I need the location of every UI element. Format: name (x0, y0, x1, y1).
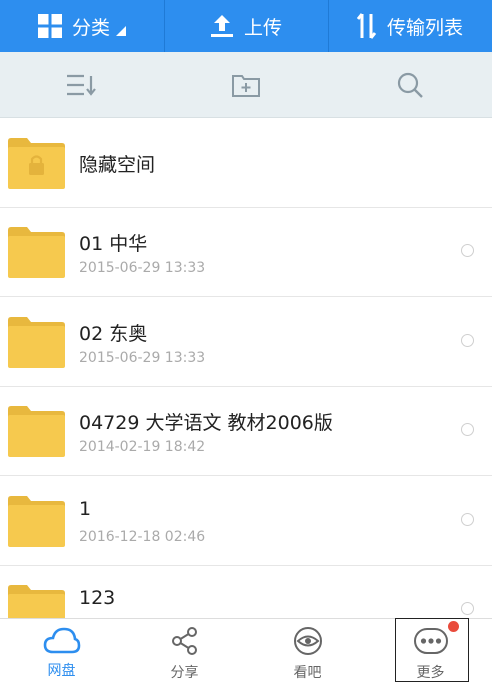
sort-icon (67, 74, 96, 96)
file-name: 1 (79, 498, 92, 520)
file-name: 隐藏空间 (79, 154, 156, 176)
locked-folder-icon (8, 138, 65, 189)
upload-button[interactable]: 上传 (164, 0, 328, 52)
upload-label: 上传 (243, 16, 282, 39)
folder-icon (8, 585, 65, 618)
list-item[interactable]: 04729 大学语文 教材2006版 2014-02-19 18:42 (0, 386, 492, 476)
sort-button[interactable] (0, 52, 164, 117)
select-radio[interactable] (461, 513, 474, 526)
select-radio[interactable] (461, 334, 474, 347)
list-item[interactable]: 123 (0, 565, 492, 618)
list-item[interactable]: 01 中华 2015-06-29 13:33 (0, 207, 492, 297)
new-folder-button[interactable] (164, 52, 328, 117)
nav-kanba[interactable]: 看吧 (246, 619, 369, 685)
file-date: 2015-06-29 13:33 (79, 350, 206, 366)
grid-icon (37, 14, 62, 38)
transfer-icon (356, 13, 377, 39)
nav-netdisk[interactable]: 网盘 (0, 619, 123, 685)
list-item[interactable]: 02 东奥 2015-06-29 13:33 (0, 297, 492, 387)
nav-label: 分享 (170, 665, 199, 681)
nav-share[interactable]: 分享 (123, 619, 246, 685)
folder-icon (8, 406, 65, 457)
select-radio[interactable] (461, 602, 474, 615)
transfer-label: 传输列表 (386, 16, 463, 39)
file-date: 2014-02-19 18:42 (79, 439, 206, 455)
notification-badge (448, 621, 459, 632)
category-label: 分类 (71, 16, 110, 39)
top-bar: 分类 上传 传输列表 (0, 0, 492, 52)
folder-icon (8, 227, 65, 278)
nav-label: 看吧 (293, 665, 322, 681)
list-item[interactable]: 1 2016-12-18 02:46 (0, 476, 492, 566)
select-radio[interactable] (461, 423, 474, 436)
list-item-hidden-space[interactable]: 隐藏空间 (0, 118, 492, 208)
transfer-list-button[interactable]: 传输列表 (328, 0, 492, 52)
share-icon (171, 627, 197, 655)
search-icon (397, 72, 423, 98)
toolbar (0, 52, 492, 118)
new-folder-icon (232, 74, 260, 97)
nav-label: 网盘 (47, 663, 76, 679)
file-date: 2016-12-18 02:46 (79, 529, 206, 545)
cloud-icon (43, 627, 80, 654)
select-radio[interactable] (461, 244, 474, 257)
folder-icon (8, 496, 65, 547)
file-list: 隐藏空间 01 中华 2015-06-29 13:33 02 东奥 2015-0… (0, 118, 492, 618)
file-date: 2015-06-29 13:33 (79, 260, 206, 276)
search-button[interactable] (328, 52, 492, 117)
file-name: 04729 大学语文 教材2006版 (79, 412, 333, 434)
file-name: 02 东奥 (79, 323, 148, 345)
dropdown-triangle-icon (116, 26, 126, 36)
folder-icon (8, 317, 65, 368)
file-name: 123 (79, 587, 116, 609)
file-name: 01 中华 (79, 233, 148, 255)
upload-icon (210, 15, 233, 37)
eye-icon (293, 627, 322, 655)
category-button[interactable]: 分类 (0, 0, 164, 52)
